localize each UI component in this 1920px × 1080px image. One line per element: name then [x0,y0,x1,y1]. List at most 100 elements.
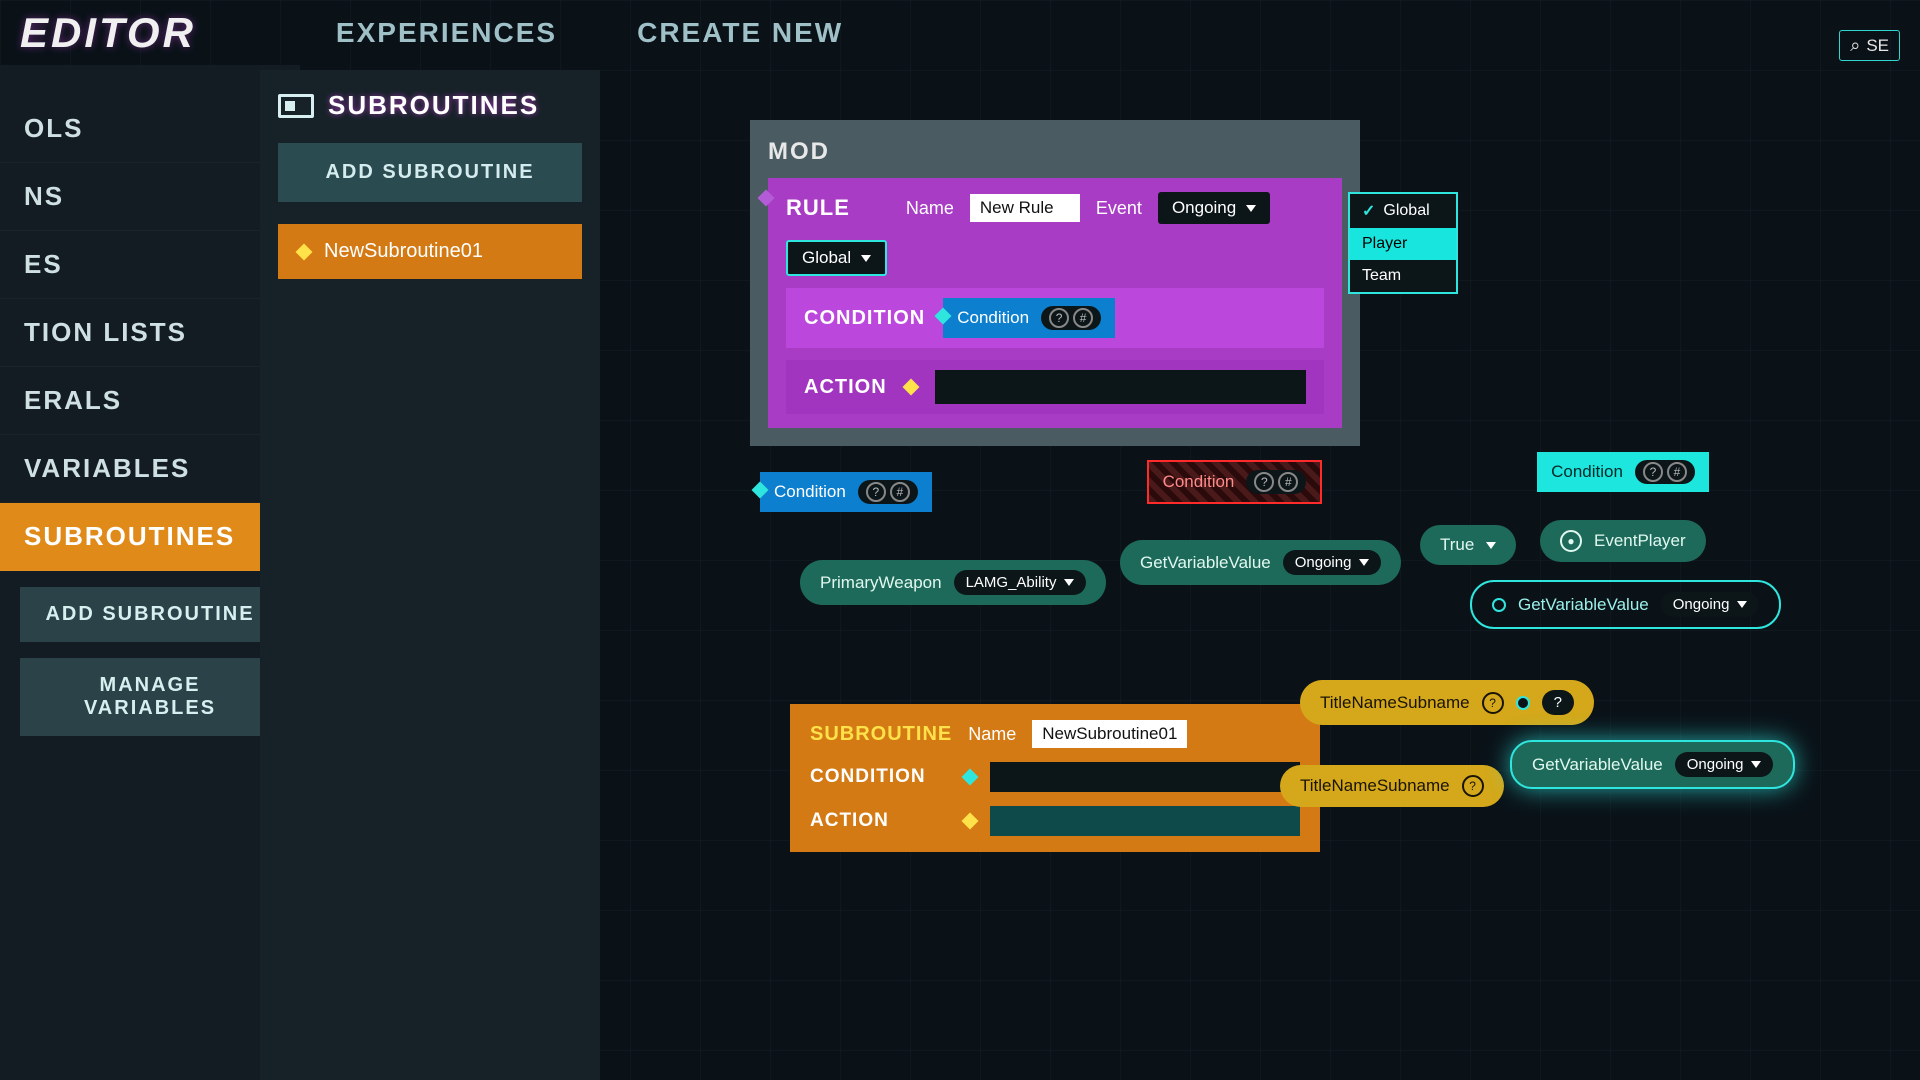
node-canvas[interactable]: MOD RULE Name New Rule Event Ongoing Glo… [600,100,1920,1080]
badge-group: ?# [1635,460,1695,484]
scope-value: Global [802,248,851,268]
sidebar-item[interactable]: VARIABLES [0,435,300,503]
title-subname-pill[interactable]: TitleNameSubname ? [1280,765,1504,807]
connector-dot-icon [1516,696,1530,710]
help-icon[interactable]: ? [1482,692,1504,714]
condition-chip-error[interactable]: Condition ?# [1147,460,1323,504]
person-icon: ● [1560,530,1582,552]
rule-name-input[interactable]: New Rule [970,194,1080,222]
condition-text: Condition [1551,462,1623,482]
search-placeholder: SE [1866,36,1889,56]
chevron-down-icon [1486,542,1496,549]
id-icon[interactable]: # [890,482,910,502]
pill-label: TitleNameSubname [1300,776,1450,796]
event-player-pill[interactable]: ● EventPlayer [1540,520,1706,562]
add-subroutine-button-panel[interactable]: ADD SUBROUTINE [278,143,582,202]
sub-action-row[interactable]: ACTION [810,806,1300,836]
option-label: Player [1362,235,1407,253]
sub-condition-row[interactable]: CONDITION [810,762,1300,792]
sidebar-item-subroutines[interactable]: SUBROUTINES [0,503,300,571]
help-icon[interactable]: ? [1462,775,1484,797]
pill-value-dropdown[interactable]: LAMG_Ability [954,570,1087,595]
diamond-icon [935,308,952,325]
help-icon[interactable]: ? [1049,308,1069,328]
title-subname-pill[interactable]: TitleNameSubname ? ? [1300,680,1594,725]
mod-block[interactable]: MOD RULE Name New Rule Event Ongoing Glo… [750,120,1360,446]
true-pill[interactable]: True [1420,525,1516,565]
subroutine-list-item[interactable]: NewSubroutine01 [278,224,582,279]
subroutines-panel: SUBROUTINES ADD SUBROUTINE NewSubroutine… [260,70,600,1080]
rule-block[interactable]: RULE Name New Rule Event Ongoing Global … [768,178,1342,428]
condition-slot[interactable] [990,762,1300,792]
subroutine-name: NewSubroutine01 [324,240,483,263]
event-dropdown[interactable]: Ongoing [1158,192,1270,224]
diamond-icon [758,190,775,207]
pill-label: TitleNameSubname [1320,693,1470,713]
diamond-icon [296,243,313,260]
tab-create-new[interactable]: CREATE NEW [637,17,843,49]
top-bar: EDITOR EXPERIENCES CREATE NEW ⌕ SE [0,0,1920,65]
subroutines-icon [278,94,314,118]
tab-experiences[interactable]: EXPERIENCES [336,17,557,49]
sidebar-item[interactable]: TION LISTS [0,299,300,367]
rule-title: RULE [786,195,850,221]
chevron-down-icon [1064,579,1074,586]
scope-option-player[interactable]: Player [1350,228,1456,260]
event-value: Ongoing [1172,198,1236,218]
condition-text: Condition [774,482,846,502]
check-icon: ✓ [1362,201,1375,221]
id-icon[interactable]: # [1278,472,1298,492]
scope-dropdown[interactable]: Global [786,240,887,276]
pill-label: True [1440,535,1474,555]
action-label: ACTION [804,376,887,399]
get-variable-pill[interactable]: GetVariableValue Ongoing [1120,540,1401,585]
pill-value-dropdown[interactable]: Ongoing [1661,592,1760,617]
chevron-down-icon [1246,205,1256,212]
help-badge[interactable]: ? [1542,690,1574,715]
add-subroutine-button[interactable]: ADD SUBROUTINE [20,587,280,642]
chevron-down-icon [1737,601,1747,608]
manage-variables-button[interactable]: MANAGE VARIABLES [20,658,280,736]
condition-row[interactable]: CONDITION Condition ? # [786,288,1324,348]
help-icon[interactable]: ? [1254,472,1274,492]
condition-label: CONDITION [810,766,950,788]
subroutine-name-input[interactable]: NewSubroutine01 [1032,720,1187,748]
sidebar-item[interactable]: NS [0,163,300,231]
action-label: ACTION [810,810,950,832]
action-slot[interactable] [990,806,1300,836]
get-variable-pill-outline[interactable]: GetVariableValue Ongoing [1470,580,1781,629]
condition-text: Condition [1163,472,1235,492]
sidebar-item[interactable]: ES [0,231,300,299]
condition-chip-cyan[interactable]: Condition ?# [1537,452,1709,492]
scope-option-team[interactable]: Team [1350,260,1456,292]
scope-option-global[interactable]: ✓ Global [1350,194,1456,228]
action-row[interactable]: ACTION [786,360,1324,414]
event-label: Event [1096,198,1142,219]
sidebar-item[interactable]: OLS [0,95,300,163]
option-label: Team [1362,267,1401,285]
help-icon[interactable]: ? [866,482,886,502]
diamond-icon [902,379,919,396]
help-icon: ? [1554,694,1562,711]
subroutine-block[interactable]: SUBROUTINE Name NewSubroutine01 CONDITIO… [790,704,1320,852]
primary-weapon-pill[interactable]: PrimaryWeapon LAMG_Ability [800,560,1106,605]
scope-dropdown-menu[interactable]: ✓ Global Player Team [1348,192,1458,294]
action-slot[interactable] [935,370,1306,404]
sidebar-item[interactable]: ERALS [0,367,300,435]
get-variable-pill-glow[interactable]: GetVariableValue Ongoing [1510,740,1795,789]
condition-label: CONDITION [804,307,925,330]
id-icon[interactable]: # [1073,308,1093,328]
option-label: Global [1383,202,1429,220]
pill-value: Ongoing [1687,756,1744,773]
id-icon[interactable]: # [1667,462,1687,482]
condition-chip[interactable]: Condition ? # [943,298,1115,338]
connector-dot-icon [1492,598,1506,612]
condition-chip-blue[interactable]: Condition ?# [760,472,932,512]
badge-group: ? # [1041,306,1101,330]
search-box[interactable]: ⌕ SE [1839,30,1900,61]
pill-value-dropdown[interactable]: Ongoing [1283,550,1382,575]
help-icon[interactable]: ? [1643,462,1663,482]
chevron-down-icon [861,255,871,262]
pill-value: Ongoing [1673,596,1730,613]
pill-value-dropdown[interactable]: Ongoing [1675,752,1774,777]
